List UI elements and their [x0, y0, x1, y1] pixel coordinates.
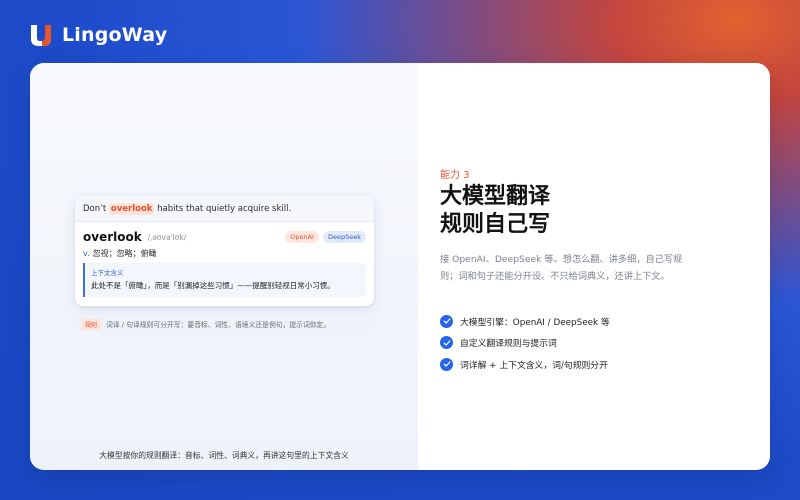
highlighted-word[interactable]: overlook [108, 202, 155, 215]
tag-openai[interactable]: OpenAI [285, 231, 319, 243]
part-of-speech: v. [83, 249, 90, 258]
check-icon [440, 314, 453, 328]
feature-panel: Don’t overlook habits that quietly acqui… [30, 63, 770, 470]
check-icon [440, 336, 453, 349]
lingoway-logo-icon [31, 25, 51, 46]
rule-tag: 规则 [81, 318, 102, 330]
capability-label: 能力 3 [440, 170, 470, 181]
phonetic: /ˌəʊvəˈlʊk/ [147, 232, 187, 242]
brand: LingoWay [28, 20, 167, 50]
context-block: 上下文含义 此处不是「俯瞰」，而是「别漏掉这些习惯」——提醒别轻视日常小习惯。 [83, 263, 366, 297]
feature-text: 词详解 + 上下文含义，词/句规则分开 [460, 360, 608, 371]
source-sentence: Don’t overlook habits that quietly acqui… [75, 196, 374, 222]
definition-text: 忽视；忽略；俯瞰 [92, 249, 157, 258]
feature-item: 大模型引擎：OpenAI / DeepSeek 等 [440, 314, 610, 328]
word-title: overlook [83, 230, 142, 244]
rule-hint: 规则 词译 / 句译规则可分开写：要音标、词性、语境义还是例句，提示词你定。 [75, 315, 374, 333]
feature-title: 大模型翻译 规则自己写 [440, 183, 550, 239]
engine-tags: OpenAI DeepSeek [285, 231, 366, 243]
context-label: 上下文含义 [91, 269, 124, 277]
feature-list: 大模型引擎：OpenAI / DeepSeek 等 自定义翻译规则与提示词 词详… [440, 314, 610, 379]
demo-caption: 大模型按你的规则翻译：音标、词性、词典义，再讲这句里的上下文含义 [99, 451, 349, 460]
demo-area: Don’t overlook habits that quietly acqui… [30, 63, 418, 470]
feature-item: 自定义翻译规则与提示词 [440, 336, 610, 350]
tag-deepseek[interactable]: DeepSeek [322, 231, 366, 243]
feature-item: 词详解 + 上下文含义，词/句规则分开 [440, 357, 610, 371]
word-header: overlook /ˌəʊvəˈlʊk/ OpenAI DeepSeek [83, 230, 366, 244]
feature-description-text: 接 OpenAI、DeepSeek 等。想怎么翻、讲多细，自己写规则；词和句子还… [440, 254, 683, 282]
feature-description: 能力 3 大模型翻译 规则自己写 接 OpenAI、DeepSeek 等。想怎么… [418, 63, 770, 470]
title-line-2: 规则自己写 [440, 212, 551, 237]
context-text: 此处不是「俯瞰」，而是「别漏掉这些习惯」——提醒别轻视日常小习惯。 [91, 281, 335, 290]
translation-card: Don’t overlook habits that quietly acqui… [75, 196, 374, 306]
sentence-after: habits that quietly acquire skill. [157, 203, 292, 214]
feature-text: 大模型引擎：OpenAI / DeepSeek 等 [460, 317, 610, 328]
title-line-1: 大模型翻译 [440, 184, 551, 209]
definition: v. 忽视；忽略；俯瞰 [83, 248, 157, 259]
check-icon [440, 357, 453, 371]
feature-text: 自定义翻译规则与提示词 [460, 339, 557, 349]
sentence-before: Don’t [83, 203, 107, 214]
rule-text: 词译 / 句译规则可分开写：要音标、词性、语境义还是例句，提示词你定。 [106, 321, 331, 329]
brand-name: LingoWay [62, 24, 168, 46]
